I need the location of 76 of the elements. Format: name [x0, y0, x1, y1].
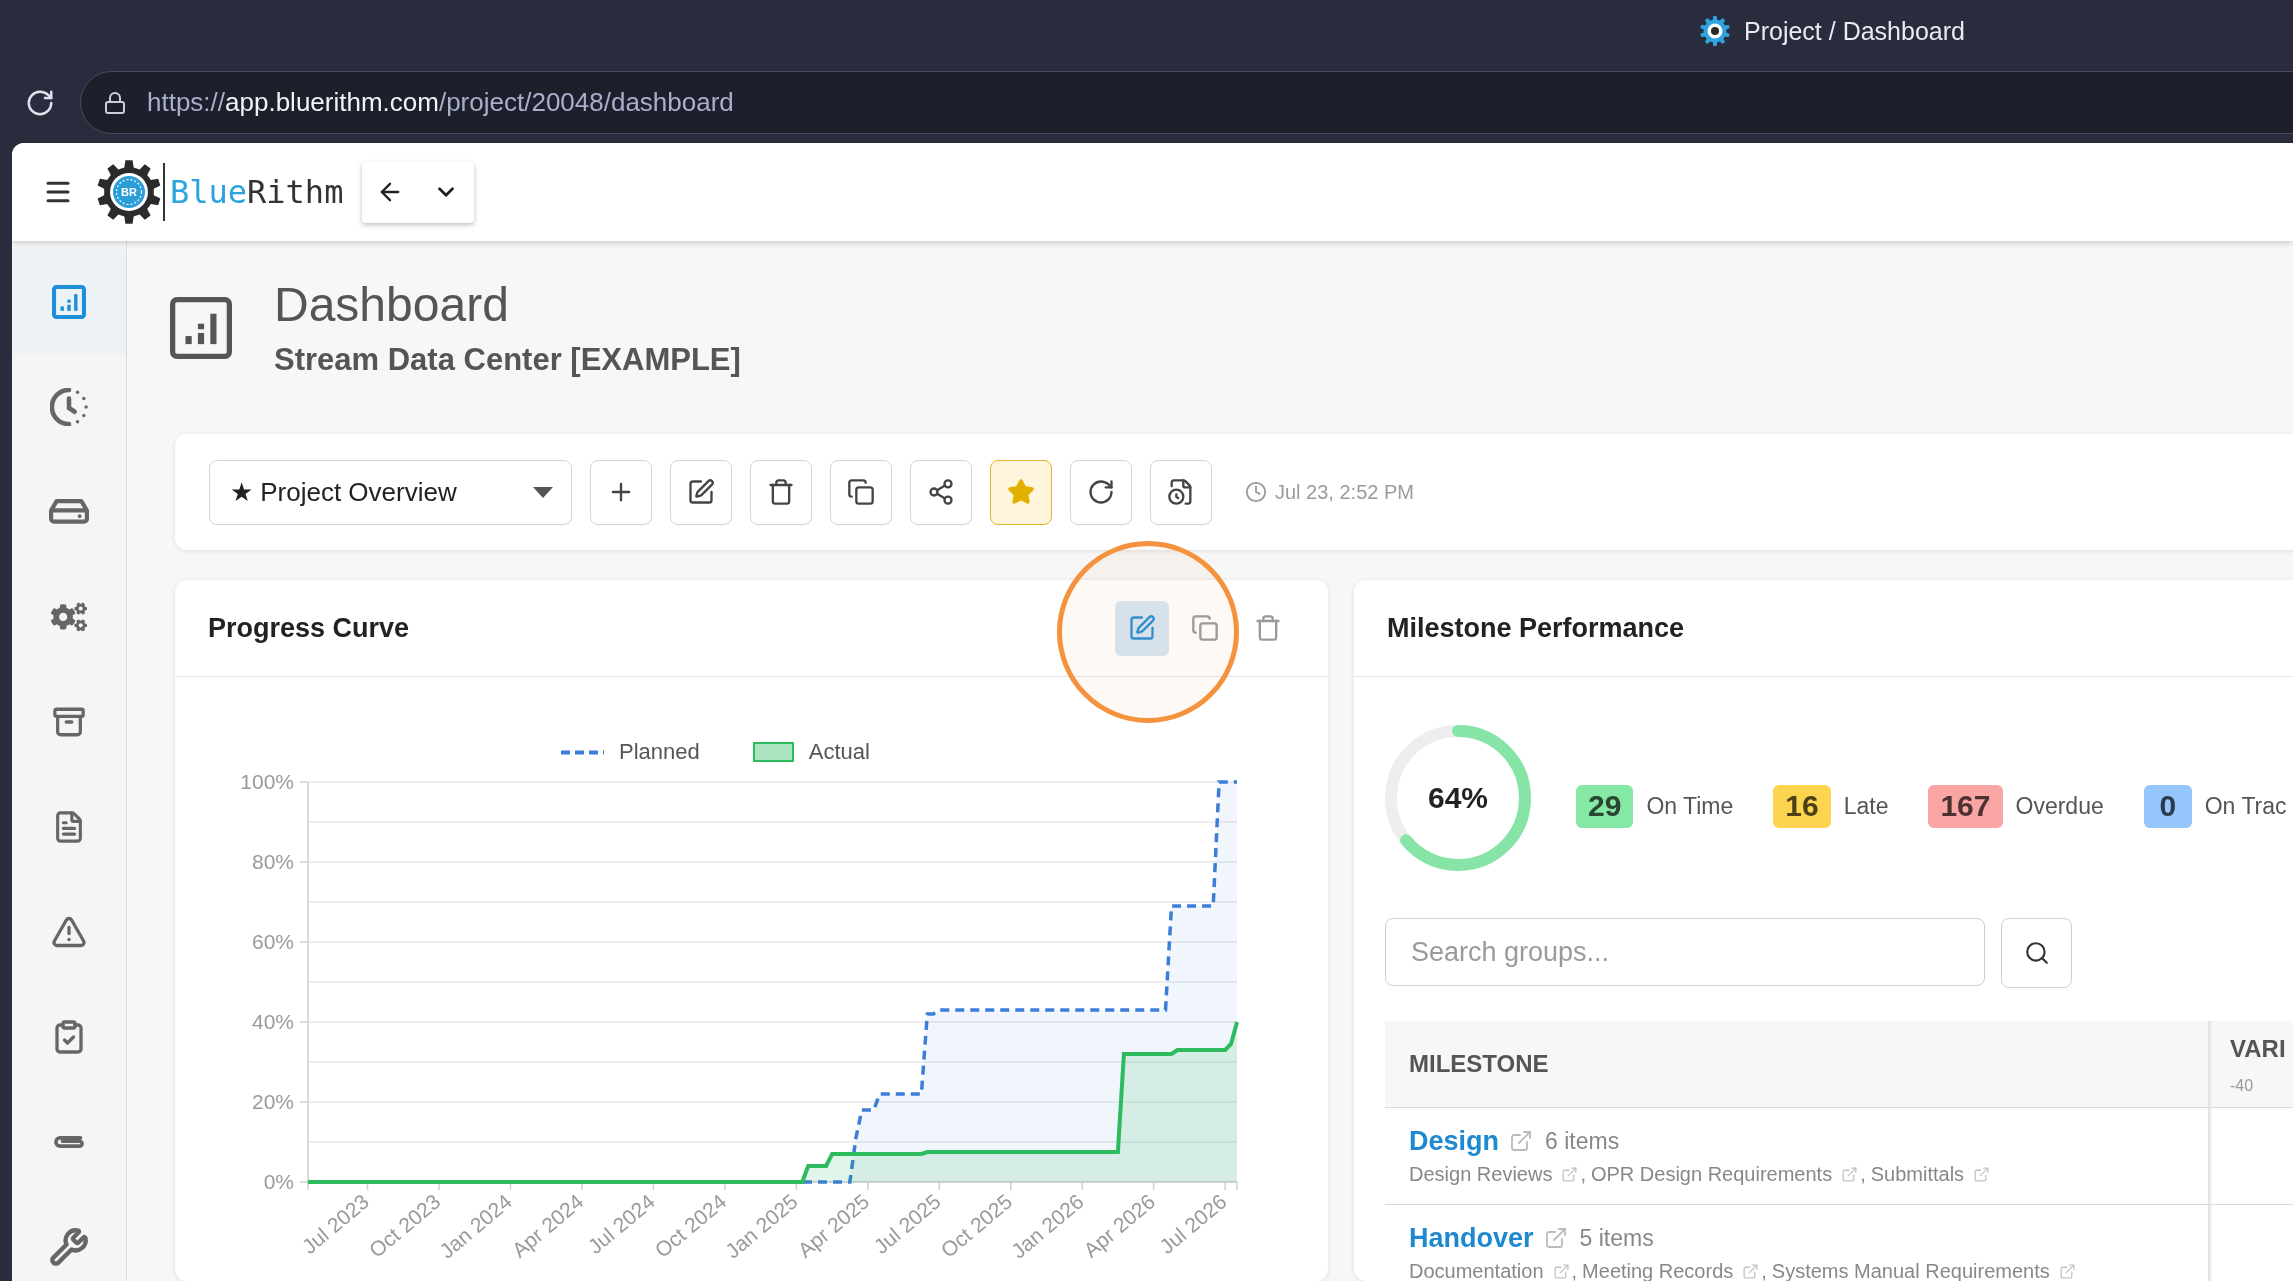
- status-label: On Trac: [2204, 792, 2287, 820]
- copy-icon: [847, 478, 875, 506]
- sub-item-link[interactable]: Submittals: [1870, 1162, 1965, 1186]
- brand-logo: BR: [97, 160, 161, 224]
- column-header: VARI: [2230, 1035, 2286, 1063]
- url-text: https://app.bluerithm.com/project/20048/dashboard: [147, 87, 734, 118]
- tab-title[interactable]: Project / Dashboard: [1744, 16, 1965, 46]
- list-separator: ,: [1571, 1259, 1578, 1281]
- dashboard-select[interactable]: ★ Project Overview: [209, 459, 572, 525]
- brand-name: BlueRithm: [170, 173, 344, 211]
- legend-fill-swatch-icon: [752, 742, 794, 762]
- delete-button[interactable]: [750, 459, 812, 525]
- search-icon: [2023, 940, 2050, 966]
- clock-icon: [50, 387, 88, 426]
- column-header: MILESTONE: [1385, 1021, 2208, 1108]
- caret-icon: [533, 486, 553, 498]
- drive-icon: [49, 499, 89, 524]
- share-button[interactable]: [910, 459, 972, 525]
- report-icon: [1167, 478, 1195, 506]
- page-subtitle: Stream Data Center [EXAMPLE]: [274, 341, 741, 379]
- edit-icon: [1128, 614, 1156, 642]
- chart-icon: [52, 284, 86, 319]
- status-label: Late: [1843, 792, 1889, 820]
- clock-icon: [1245, 481, 1267, 503]
- milestone-link[interactable]: Design: [1409, 1125, 1500, 1157]
- item-count: 5 items: [1579, 1224, 1654, 1252]
- sidebar-item[interactable]: [12, 249, 126, 354]
- trash-icon: [1254, 614, 1282, 642]
- status-label: On Time: [1646, 792, 1734, 820]
- list-separator: ,: [1860, 1162, 1866, 1186]
- list-separator: ,: [1761, 1259, 1767, 1281]
- card-title: Milestone Performance: [1387, 612, 1685, 644]
- sub-item-link[interactable]: Design Reviews: [1409, 1162, 1553, 1186]
- share-icon: [927, 478, 955, 506]
- column-subheader: -40: [2230, 1077, 2254, 1095]
- page-title: Dashboard: [274, 277, 510, 332]
- completion-percent: 64%: [1428, 781, 1488, 815]
- lock-icon: [103, 90, 127, 115]
- status-count: 167: [1928, 784, 2003, 828]
- status-count: 16: [1773, 784, 1831, 828]
- sub-item-link[interactable]: Systems Manual Requirements: [1771, 1259, 2050, 1281]
- axis-label: 60%: [251, 930, 294, 953]
- gear-icon: [1700, 16, 1730, 46]
- copy-icon: [1191, 614, 1219, 642]
- axis-label: 80%: [251, 850, 294, 873]
- address-bar[interactable]: https://app.bluerithm.com/project/20048/dashboard: [80, 71, 2293, 134]
- axis-label: 100%: [240, 770, 294, 793]
- sub-item-link[interactable]: Meeting Records: [1582, 1259, 1734, 1281]
- axis-label: 20%: [251, 1090, 294, 1113]
- refresh-button[interactable]: [1070, 459, 1132, 525]
- refresh-icon: [1087, 478, 1115, 506]
- trash-icon: [767, 478, 795, 506]
- search-field[interactable]: Search groups...: [1385, 918, 1985, 986]
- sub-item-link[interactable]: OPR Design Requirements: [1590, 1162, 1833, 1186]
- wrench-icon: [49, 1226, 89, 1267]
- milestone-link[interactable]: Handover: [1409, 1222, 1534, 1254]
- card-title: Progress Curve: [208, 612, 410, 644]
- edit-button[interactable]: [670, 459, 732, 525]
- status-label: Overdue: [2015, 792, 2104, 820]
- legend-line-swatch-icon: [561, 749, 605, 755]
- star-icon: [1007, 478, 1035, 506]
- axis-label: 0%: [263, 1170, 294, 1193]
- last-updated: Jul 23, 2:52 PM: [1275, 480, 1414, 504]
- item-count: 6 items: [1545, 1127, 1620, 1155]
- legend-label: Actual: [808, 739, 870, 765]
- search-button[interactable]: [2001, 918, 2072, 988]
- status-count: 29: [1576, 784, 1634, 828]
- list-separator: ,: [1580, 1162, 1586, 1186]
- status-count: 0: [2143, 784, 2192, 828]
- duplicate-button[interactable]: [830, 459, 892, 525]
- edit-icon: [687, 478, 715, 506]
- sub-item-link[interactable]: Documentation: [1409, 1259, 1544, 1281]
- report-button[interactable]: [1150, 459, 1212, 525]
- chart-icon: [170, 297, 232, 359]
- legend-label: Planned: [619, 739, 700, 765]
- axis-label: 40%: [251, 1010, 294, 1033]
